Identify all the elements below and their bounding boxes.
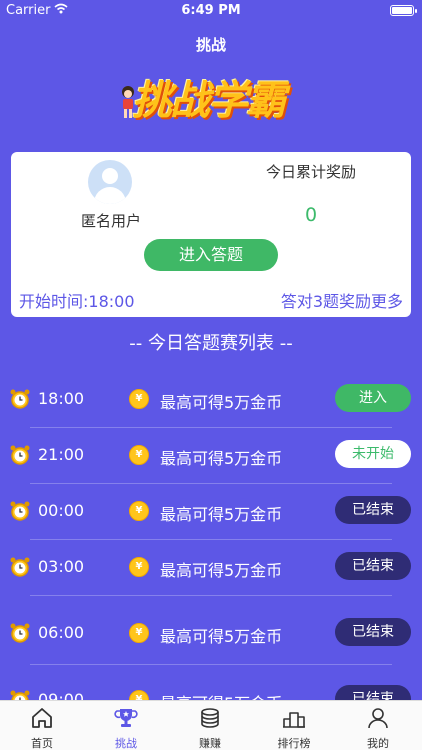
alarm-clock-icon [10,389,30,409]
start-time: 开始时间:18:00 [19,292,135,311]
alarm-clock-icon [10,501,30,521]
page-title: 挑战 [195,36,226,54]
contest-prize: 最高可得5万金币 [160,393,283,412]
divider [30,483,392,484]
contest-time: 18:00 [38,389,85,408]
avatar[interactable] [88,160,132,204]
home-icon [32,708,52,728]
tab-ranking[interactable]: 排行榜 [252,701,336,750]
divider [30,539,392,540]
contest-list-title: -- 今日答题赛列表 -- [129,333,293,354]
contest-time: 21:00 [38,445,85,464]
trophy-icon [114,709,138,727]
user-card: 匿名用户 今日累计奖励 0 进入答题 开始时间:18:00 答对3题奖励更多 [11,152,411,317]
podium-icon [283,712,305,728]
tab-earn[interactable]: 赚赚 [168,701,252,750]
divider [30,595,392,596]
battery-icon [390,5,417,16]
tab-profile[interactable]: 我的 [336,701,420,750]
bonus-note: 答对3题奖励更多 [280,292,403,311]
clock-time: 6:49 PM [181,3,241,18]
coin-icon: ¥ [129,389,149,409]
tab-label: 挑战 [115,737,137,750]
contest-row: 03:00 ¥ 最高可得5万金币 已结束 [0,541,422,597]
user-icon [368,708,388,729]
contest-prize: 最高可得5万金币 [160,561,283,580]
contest-prize: 最高可得5万金币 [160,505,283,524]
divider [30,664,392,665]
contest-row: 00:00 ¥ 最高可得5万金币 已结束 [0,485,422,541]
contest-ended-button[interactable]: 已结束 [335,496,411,524]
tab-label: 我的 [367,737,389,750]
tab-challenge[interactable]: 挑战 [84,701,168,750]
tab-label: 赚赚 [199,737,221,750]
coins-stack-icon [201,708,219,728]
coin-icon: ¥ [129,623,149,643]
contest-ended-button[interactable]: 已结束 [335,618,411,646]
coin-icon: ¥ [129,445,149,465]
tab-bar: 首页 挑战 赚赚 排行榜 我的 [0,700,422,750]
alarm-clock-icon [10,557,30,577]
contest-row: 18:00 ¥ 最高可得5万金币 进入 [0,373,422,429]
alarm-clock-icon [10,623,30,643]
tab-label: 排行榜 [277,737,311,750]
enter-quiz-button[interactable]: 进入答题 [144,239,278,271]
contest-row: 06:00 ¥ 最高可得5万金币 已结束 [0,607,422,663]
tab-label: 首页 [31,737,53,750]
tab-home[interactable]: 首页 [0,701,84,750]
contest-enter-button[interactable]: 进入 [335,384,411,412]
logo-text: 挑战学霸 [132,78,286,124]
coin-icon: ¥ [129,557,149,577]
contest-not-started-button[interactable]: 未开始 [335,440,411,468]
reward-value: 0 [304,204,318,226]
divider [30,427,392,428]
username: 匿名用户 [80,212,141,230]
alarm-clock-icon [10,445,30,465]
contest-time: 03:00 [38,557,85,576]
contest-row: 21:00 ¥ 最高可得5万金币 未开始 [0,429,422,485]
contest-time: 00:00 [38,501,85,520]
contest-prize: 最高可得5万金币 [160,449,283,468]
status-bar: Carrier 6:49 PM [0,0,422,22]
challenge-logo: 挑战学霸 [110,64,310,134]
coin-icon: ¥ [129,501,149,521]
reward-label: 今日累计奖励 [265,163,356,181]
contest-ended-button[interactable]: 已结束 [335,552,411,580]
contest-prize: 最高可得5万金币 [160,627,283,646]
contest-time: 06:00 [38,623,85,642]
